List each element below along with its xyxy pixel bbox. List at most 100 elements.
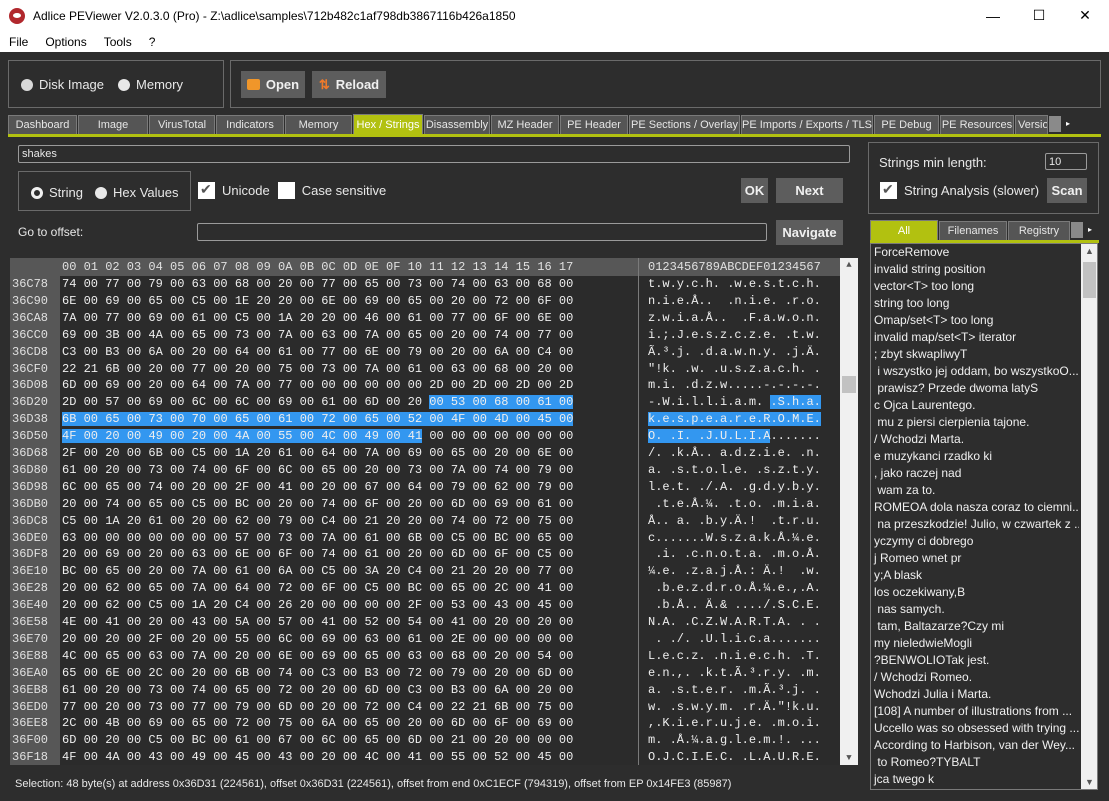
string-list-item[interactable]: na przeszkodzie! Julio, w czwartek z ...: [871, 516, 1079, 533]
hex-bytes-row[interactable]: C5 00 1A 20 61 00 20 00 62 00 79 00 C4 0…: [62, 513, 573, 530]
strings-tab-registry[interactable]: Registry: [1008, 221, 1070, 240]
scroll-down-icon[interactable]: ▼: [840, 753, 858, 763]
strings-scroll-thumb[interactable]: [1083, 262, 1096, 298]
menu-options[interactable]: Options: [36, 35, 94, 49]
strings-scrollbar[interactable]: ▲ ▼: [1081, 244, 1097, 789]
hex-bytes-row[interactable]: 61 00 20 00 73 00 74 00 65 00 72 00 20 0…: [62, 682, 573, 699]
string-list-item[interactable]: i wszystko jej oddam, bo wszystkoO...: [871, 363, 1079, 380]
ascii-row[interactable]: m.i. .d.z.w.....-.-.-.-.: [648, 377, 821, 394]
ascii-row[interactable]: .b.Å.. Ä.& ..../.S.C.E.: [648, 597, 821, 614]
string-list-item[interactable]: j Romeo wnet pr: [871, 550, 1079, 567]
unicode-checkbox[interactable]: [198, 181, 215, 199]
maximize-button[interactable]: ☐: [1016, 0, 1062, 31]
string-analysis-checkbox[interactable]: [880, 181, 897, 199]
menu-tools[interactable]: Tools: [95, 35, 140, 49]
string-mode-radio[interactable]: [31, 186, 43, 199]
string-list-item[interactable]: According to Harbison, van der Wey...: [871, 737, 1079, 754]
hex-bytes-row[interactable]: 61 00 20 00 73 00 74 00 6F 00 6C 00 65 0…: [62, 462, 573, 479]
string-list-item[interactable]: invalid string position: [871, 261, 1079, 278]
navigate-button[interactable]: Navigate: [776, 220, 843, 245]
ascii-row[interactable]: .b.e.z.d.r.o.Å.¼.e.,.A.: [648, 580, 821, 597]
strings-tab-filenames[interactable]: Filenames: [939, 221, 1007, 240]
string-list-item[interactable]: Omap/set<T> too long: [871, 312, 1079, 329]
tab-memory[interactable]: Memory: [285, 115, 352, 134]
ascii-row[interactable]: i.;.J.e.s.z.c.z.e. .t.w.: [648, 327, 821, 344]
hex-bytes-row[interactable]: 4C 00 65 00 63 00 7A 00 20 00 6E 00 69 0…: [62, 648, 573, 665]
strings-tab-scroll-left[interactable]: [1071, 222, 1083, 238]
tab-mz-header[interactable]: MZ Header: [491, 115, 559, 134]
ascii-row[interactable]: O. .I. .J.U.L.I.A.......: [648, 428, 821, 445]
ok-button[interactable]: OK: [741, 178, 768, 203]
string-list-item[interactable]: los oczekiwany,B: [871, 584, 1079, 601]
string-list-item[interactable]: nas samych.: [871, 601, 1079, 618]
tab-pe-sections[interactable]: PE Sections / Overlay: [629, 115, 740, 134]
hex-bytes-row[interactable]: 2C 00 4B 00 69 00 65 00 72 00 75 00 6A 0…: [62, 715, 573, 732]
ascii-row[interactable]: O.J.C.I.E.C. .L.A.U.R.E.: [648, 749, 821, 765]
hex-bytes-row[interactable]: 4F 00 4A 00 43 00 49 00 45 00 43 00 20 0…: [62, 749, 573, 765]
case-sensitive-checkbox[interactable]: [277, 182, 295, 199]
tab-version[interactable]: Version: [1015, 115, 1048, 134]
disk-image-radio[interactable]: [21, 78, 33, 91]
hex-bytes-row[interactable]: 2D 00 57 00 69 00 6C 00 6C 00 69 00 61 0…: [62, 394, 574, 411]
string-list-item[interactable]: ; zbyt skwapliwyT: [871, 346, 1079, 363]
goto-offset-input[interactable]: [197, 223, 767, 241]
ascii-row[interactable]: . ./. .U.l.i.c.a.......: [648, 631, 821, 648]
ascii-row[interactable]: Ã.³.j. .d.a.w.n.y. .j.Ä.: [648, 344, 821, 361]
tab-dashboard[interactable]: Dashboard: [8, 115, 77, 134]
ascii-row[interactable]: ,.K.i.e.r.u.j.e. .m.o.i.: [648, 715, 821, 732]
close-button[interactable]: ✕: [1062, 0, 1108, 31]
hex-mode-radio[interactable]: [94, 186, 107, 199]
hex-bytes-row[interactable]: 69 00 3B 00 4A 00 65 00 73 00 7A 00 63 0…: [62, 327, 573, 344]
tab-pe-resources[interactable]: PE Resources: [940, 115, 1014, 134]
hex-bytes-row[interactable]: 6D 00 69 00 20 00 64 00 7A 00 77 00 00 0…: [62, 377, 573, 394]
string-list-item[interactable]: [108] A number of illustrations from ...: [871, 703, 1079, 720]
string-list-item[interactable]: , jako raczej nad: [871, 465, 1079, 482]
string-list-item[interactable]: string too long: [871, 295, 1079, 312]
tab-pe-debug[interactable]: PE Debug: [874, 115, 939, 134]
strings-tab-all[interactable]: All: [870, 220, 938, 240]
strings-scroll-up-icon[interactable]: ▲: [1081, 246, 1097, 256]
string-list-item[interactable]: c Ojca Laurentego.: [871, 397, 1079, 414]
string-list-item[interactable]: ForceRemove: [871, 244, 1079, 261]
string-list-item[interactable]: to Romeo?TYBALT: [871, 754, 1079, 771]
hex-bytes-row[interactable]: 20 00 20 00 2F 00 20 00 55 00 6C 00 69 0…: [62, 631, 573, 648]
tab-hex-strings[interactable]: Hex / Strings: [353, 114, 423, 134]
hex-bytes-row[interactable]: 6C 00 65 00 74 00 20 00 2F 00 41 00 20 0…: [62, 479, 573, 496]
string-list-item[interactable]: ROMEOA dola nasza coraz to ciemni...: [871, 499, 1079, 516]
string-list-item[interactable]: my nieledwieMogli: [871, 635, 1079, 652]
hex-bytes-row[interactable]: 77 00 20 00 73 00 77 00 79 00 6D 00 20 0…: [62, 699, 573, 716]
search-input[interactable]: shakes: [18, 145, 850, 163]
ascii-row[interactable]: Å.. a. .b.y.Ä.! .t.r.u.: [648, 513, 821, 530]
ascii-row[interactable]: k.e.s.p.e.a.r.e.R.O.M.E.: [648, 411, 821, 428]
string-list-item[interactable]: vector<T> too long: [871, 278, 1079, 295]
open-button[interactable]: Open: [241, 71, 305, 98]
string-list-item[interactable]: Wchodzi Julia i Marta.: [871, 686, 1079, 703]
hex-scroll-thumb[interactable]: [842, 376, 856, 393]
hex-bytes-row[interactable]: 7A 00 77 00 69 00 61 00 C5 00 1A 20 20 0…: [62, 310, 573, 327]
minimize-button[interactable]: —: [970, 0, 1016, 31]
hex-bytes-row[interactable]: 65 00 6E 00 2C 00 20 00 6B 00 74 00 C3 0…: [62, 665, 573, 682]
strings-scroll-down-icon[interactable]: ▼: [1081, 777, 1097, 787]
reload-button[interactable]: ⇅ Reload: [312, 71, 386, 98]
memory-radio[interactable]: [118, 78, 131, 91]
hex-bytes-row[interactable]: 20 00 62 00 65 00 7A 00 64 00 72 00 6F 0…: [62, 580, 573, 597]
hex-bytes-row[interactable]: C3 00 B3 00 6A 00 20 00 64 00 61 00 77 0…: [62, 344, 573, 361]
hex-bytes-row[interactable]: 20 00 69 00 20 00 63 00 6E 00 6F 00 74 0…: [62, 546, 573, 563]
min-length-input[interactable]: 10: [1045, 153, 1087, 170]
ascii-row[interactable]: w. .s.w.y.m. .r.Ä."!k.u.: [648, 699, 821, 716]
string-list-item[interactable]: / Wchodzi Marta.: [871, 431, 1079, 448]
string-list-item[interactable]: y;A blask: [871, 567, 1079, 584]
hex-bytes-row[interactable]: 6E 00 69 00 65 00 C5 00 1E 20 20 00 6E 0…: [62, 293, 573, 310]
menu-file[interactable]: File: [0, 35, 36, 49]
ascii-row[interactable]: a. .s.t.o.l.e. .s.z.t.y.: [648, 462, 821, 479]
string-list-item[interactable]: / Wchodzi Romeo.: [871, 669, 1079, 686]
ascii-row[interactable]: z.w.i.a.Å.. .F.a.w.o.n.: [648, 310, 821, 327]
string-list-item[interactable]: wam za to.: [871, 482, 1079, 499]
tab-indicators[interactable]: Indicators: [216, 115, 284, 134]
ascii-row[interactable]: L.e.c.z. .n.i.e.c.h. .T.: [648, 648, 821, 665]
string-list-item[interactable]: tam, Baltazarze?Czy mi: [871, 618, 1079, 635]
hex-bytes-row[interactable]: 2F 00 20 00 6B 00 C5 00 1A 20 61 00 64 0…: [62, 445, 573, 462]
hex-bytes-row[interactable]: 6B 00 65 00 73 00 70 00 65 00 61 00 72 0…: [62, 411, 574, 428]
ascii-row[interactable]: c.......W.s.z.a.k.Å.¼.e.: [648, 530, 821, 547]
hex-view[interactable]: 00 01 02 03 04 05 06 07 08 09 0A 0B 0C 0…: [10, 258, 858, 765]
